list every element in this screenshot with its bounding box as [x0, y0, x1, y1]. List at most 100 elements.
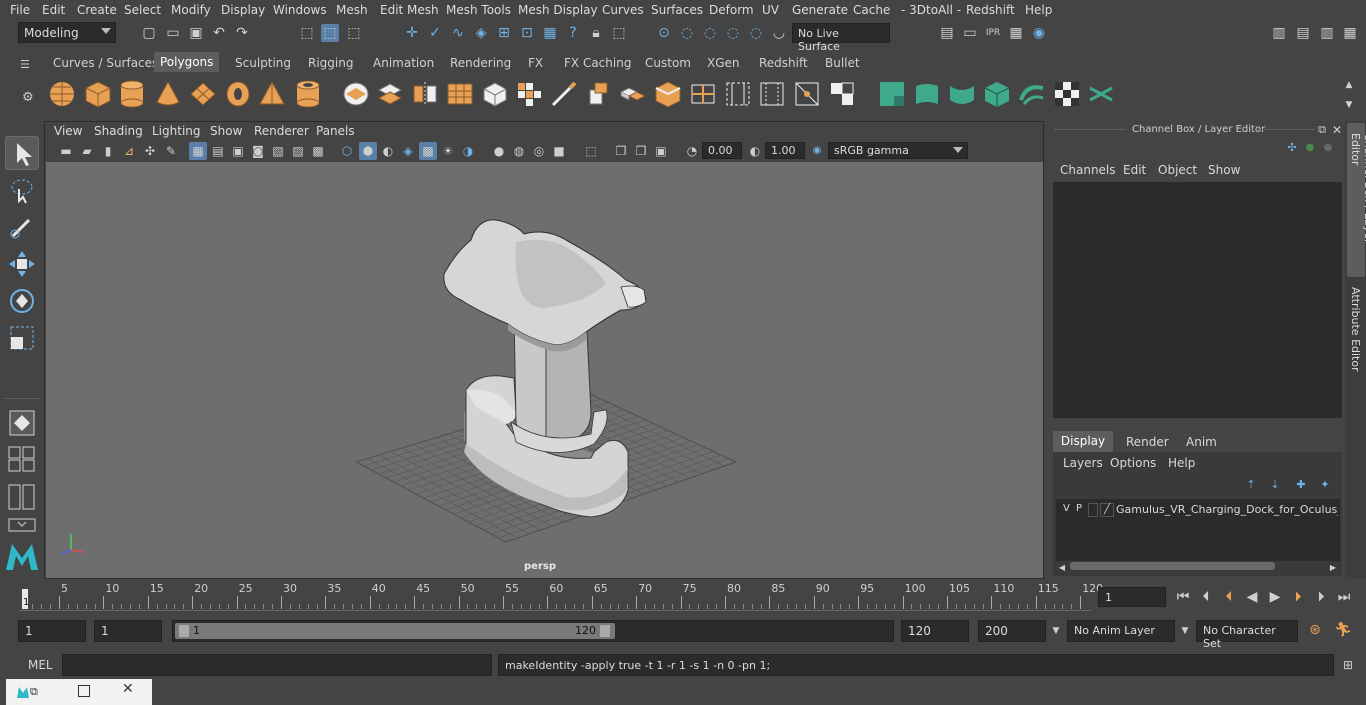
color-space-select[interactable]: sRGB gamma — [828, 142, 968, 159]
menu-create[interactable]: Create — [77, 3, 117, 17]
tab-fx-caching[interactable]: FX Caching — [564, 56, 631, 70]
channel-list[interactable] — [1053, 182, 1342, 418]
side-by-side-layout-icon[interactable] — [8, 484, 36, 510]
show-menu[interactable]: Show — [1208, 163, 1240, 177]
go-to-end-icon[interactable]: ⏭ — [1335, 588, 1353, 606]
uv-planar-icon[interactable] — [878, 80, 906, 108]
new-layer-selected-icon[interactable]: ✦ — [1317, 476, 1333, 494]
manipulator-icon[interactable]: ✣ — [1285, 139, 1299, 157]
menu-cache[interactable]: Cache — [853, 3, 890, 17]
shelf-options-icon[interactable]: ☰ — [20, 58, 34, 72]
gate-mask-icon[interactable]: ◙ — [249, 142, 267, 160]
grease-pencil-icon[interactable]: ✎ — [162, 142, 180, 160]
menu-mesh-display[interactable]: Mesh Display — [518, 3, 598, 17]
step-forward-icon[interactable]: ⏵ — [1312, 588, 1330, 606]
tab-rigging[interactable]: Rigging — [308, 56, 353, 70]
shelf-settings-icon[interactable]: ⚙ — [22, 90, 36, 105]
quad-draw-icon[interactable] — [793, 80, 821, 108]
playback-start-field[interactable]: 1 — [94, 620, 162, 642]
wireframe-on-shaded-icon[interactable]: ◐ — [379, 142, 397, 160]
soft-select-icon[interactable]: ◌ — [724, 24, 742, 42]
layer-name[interactable]: Gamulus_VR_Charging_Dock_for_Oculus_Q — [1116, 503, 1338, 516]
new-scene-icon[interactable]: ▢ — [140, 24, 158, 42]
layer-tab-render[interactable]: Render — [1126, 435, 1169, 449]
tab-channel-box[interactable]: Channel Box / Layer Editor — [1347, 123, 1366, 277]
ipr-render-icon[interactable]: IPR — [984, 24, 1002, 42]
command-language-label[interactable]: MEL — [28, 658, 53, 672]
single-perspective-layout[interactable] — [5, 406, 39, 440]
use-all-lights-icon[interactable]: ☀ — [439, 142, 457, 160]
layer-hscrollbar[interactable] — [1070, 562, 1275, 570]
gamma-icon[interactable]: ◐ — [746, 142, 764, 160]
panel-menu-view[interactable]: View — [54, 124, 82, 138]
camera-select-icon[interactable]: ▬ — [57, 142, 75, 160]
snap-grid-icon[interactable]: ✛ — [403, 24, 421, 42]
snap-vertex-icon[interactable]: ⊡ — [518, 24, 536, 42]
poly-cone-icon[interactable] — [154, 80, 182, 108]
close-icon[interactable]: ✕ — [1330, 121, 1344, 139]
symmetry-icon[interactable]: ◌ — [747, 24, 765, 42]
default-material-icon[interactable]: ◈ — [399, 142, 417, 160]
menu-mesh[interactable]: Mesh — [336, 3, 368, 17]
go-to-start-icon[interactable]: ⏮ — [1174, 588, 1192, 606]
render-region-icon[interactable]: ▤ — [938, 24, 956, 42]
options-menu[interactable]: Options — [1110, 456, 1156, 470]
float-panel-icon[interactable]: ⧉ — [1315, 121, 1329, 139]
poly-torus-icon[interactable] — [224, 80, 252, 108]
script-editor-icon[interactable]: ⊞ — [1339, 656, 1357, 674]
wireframe-icon[interactable]: ⬡ — [338, 142, 356, 160]
uv-spherical-icon[interactable] — [948, 80, 976, 108]
menu-redshift[interactable]: Redshift — [966, 3, 1015, 17]
panel-menu-panels[interactable]: Panels — [316, 124, 355, 138]
current-frame-field[interactable]: 1 — [1098, 587, 1166, 607]
separate-icon[interactable] — [376, 80, 404, 108]
undo-icon[interactable]: ↶ — [210, 24, 228, 42]
layers-menu[interactable]: Layers — [1063, 456, 1103, 470]
lasso-icon[interactable]: ◌ — [678, 24, 696, 42]
menu-mesh-tools[interactable]: Mesh Tools — [446, 3, 511, 17]
paint-select-tool[interactable] — [5, 210, 39, 244]
tab-fx[interactable]: FX — [528, 56, 543, 70]
menu-generate[interactable]: Generate — [792, 3, 848, 17]
maximize-icon[interactable] — [78, 685, 90, 697]
outliner-layout-icon[interactable] — [8, 518, 36, 532]
safe-action-icon[interactable]: ▨ — [289, 142, 307, 160]
xray-active-icon[interactable]: ❐ — [632, 142, 650, 160]
snap-surface-icon[interactable]: ⊞ — [495, 24, 513, 42]
smooth-shade-icon[interactable]: ⬢ — [359, 142, 377, 160]
tab-xgen[interactable]: XGen — [707, 56, 740, 70]
poly-plane-icon[interactable] — [189, 80, 217, 108]
layer-row[interactable]: V P ╱ Gamulus_VR_Charging_Dock_for_Oculu… — [1056, 501, 1340, 520]
poly-prism-icon[interactable] — [258, 80, 286, 108]
reflect-icon[interactable]: ◡ — [770, 24, 788, 42]
camera-frame-icon[interactable]: ▣ — [652, 142, 670, 160]
render-frame-icon[interactable]: ▭ — [961, 24, 979, 42]
channels-menu[interactable]: Channels — [1060, 163, 1116, 177]
smooth-icon[interactable] — [446, 80, 474, 108]
open-scene-icon[interactable]: ▭ — [164, 24, 182, 42]
live-surface-field[interactable]: No Live Surface — [792, 23, 890, 53]
menu-select[interactable]: Select — [124, 3, 161, 17]
tab-animation[interactable]: Animation — [373, 56, 434, 70]
scale-tool[interactable] — [5, 321, 39, 355]
xray-joints-icon[interactable]: ❐ — [612, 142, 630, 160]
scroll-left-icon[interactable]: ◀ — [1057, 559, 1067, 577]
extrude-icon[interactable] — [585, 80, 613, 108]
select-tool[interactable] — [5, 136, 39, 170]
color-management-icon[interactable]: ◉ — [808, 142, 826, 160]
xray-icon[interactable]: ▩ — [419, 142, 437, 160]
move-tool[interactable] — [5, 247, 39, 281]
remesh-icon[interactable] — [515, 80, 543, 108]
time-slider[interactable]: 5 10 15 20 25 30 35 40 45 50 55 60 65 70 75 80 85 90 95 100… — [0, 579, 1366, 616]
select-hierarchy-icon[interactable]: ⬚ — [298, 24, 316, 42]
anim-preferences-icon[interactable]: 🏃︎ — [1334, 621, 1352, 639]
scene-start-field[interactable]: 1 — [18, 620, 86, 642]
tab-custom[interactable]: Custom — [645, 56, 691, 70]
mirror-icon[interactable] — [411, 80, 439, 108]
depth-of-field-icon[interactable]: ■ — [550, 142, 568, 160]
save-scene-icon[interactable]: ▣ — [187, 24, 205, 42]
poly-cylinder-icon[interactable] — [118, 80, 146, 108]
gamma-field[interactable]: 1.00 — [765, 142, 805, 159]
poly-sphere-icon[interactable] — [48, 80, 76, 108]
help-icon[interactable]: ? — [564, 24, 582, 42]
